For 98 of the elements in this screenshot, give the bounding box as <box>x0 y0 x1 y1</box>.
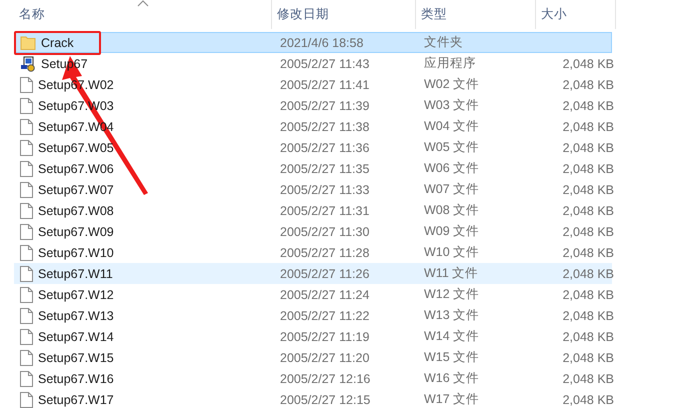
file-size: 2,048 KB <box>562 224 615 238</box>
file-type: W16 文件 <box>423 370 480 387</box>
file-row[interactable]: Setup67.W05 2005/2/27 11:36 W05 文件 2,048 KB <box>14 137 612 158</box>
file-type: W17 文件 <box>423 391 480 408</box>
file-type: W06 文件 <box>423 160 480 177</box>
file-row[interactable]: Setup67.W11 2005/2/27 11:26 W11 文件 2,048 KB <box>14 263 612 284</box>
file-row[interactable]: Setup67.W16 2005/2/27 12:16 W16 文件 2,048 KB <box>14 368 612 389</box>
file-size: 2,048 KB <box>562 162 615 176</box>
file-size: 2,048 KB <box>562 246 615 260</box>
file-row[interactable]: Setup67.W10 2005/2/27 11:28 W10 文件 2,048 KB <box>14 242 612 263</box>
file-row[interactable]: Setup67.W12 2005/2/27 11:24 W12 文件 2,048 KB <box>14 284 612 305</box>
file-name: Setup67.W12 <box>38 288 114 302</box>
file-size: 2,048 KB <box>562 330 615 344</box>
file-type: W11 文件 <box>423 265 480 282</box>
file-row[interactable]: Setup67.W06 2005/2/27 11:35 W06 文件 2,048 KB <box>14 158 612 179</box>
file-name: Setup67.W11 <box>38 266 113 280</box>
file-size: 2,048 KB <box>562 350 615 364</box>
file-name: Crack <box>41 36 74 50</box>
modified-date: 2005/2/27 11:36 <box>279 140 370 154</box>
file-name: Setup67.W08 <box>38 204 114 218</box>
document-icon <box>20 328 33 344</box>
modified-date: 2005/2/27 11:43 <box>279 56 370 70</box>
file-type: W07 文件 <box>423 181 480 198</box>
modified-date: 2005/2/27 11:33 <box>279 182 370 196</box>
modified-date: 2005/2/27 11:26 <box>279 266 370 280</box>
file-size: 2,048 KB <box>562 56 615 70</box>
file-type: W10 文件 <box>423 244 480 261</box>
modified-date: 2005/2/27 11:41 <box>279 78 370 92</box>
file-size: 2,048 KB <box>562 288 615 302</box>
modified-date: 2005/2/27 11:30 <box>279 224 370 238</box>
file-type: 文件夹 <box>423 34 464 51</box>
file-size: 2,048 KB <box>562 266 615 280</box>
file-name: Setup67.W06 <box>38 162 114 176</box>
file-size: 2,048 KB <box>562 98 615 112</box>
file-size: 2,048 KB <box>562 392 615 406</box>
file-name: Setup67.W14 <box>38 330 114 344</box>
file-name: Setup67.W07 <box>38 182 114 196</box>
document-icon <box>20 160 33 176</box>
file-size: 2,048 KB <box>562 182 615 196</box>
document-icon <box>20 224 33 240</box>
modified-date: 2005/2/27 11:19 <box>279 330 370 344</box>
document-icon <box>20 140 33 156</box>
file-name: Setup67.W16 <box>38 372 114 386</box>
file-row[interactable]: Setup67.W08 2005/2/27 11:31 W08 文件 2,048 KB <box>14 200 612 221</box>
file-name: Setup67.W17 <box>38 392 114 406</box>
file-size: 2,048 KB <box>562 308 615 322</box>
modified-date: 2005/2/27 11:38 <box>279 120 370 134</box>
file-type: W15 文件 <box>423 349 480 366</box>
file-name: Setup67.W13 <box>38 308 114 322</box>
file-row[interactable]: Setup67.W13 2005/2/27 11:22 W13 文件 2,048 KB <box>14 305 612 326</box>
file-size: 2,048 KB <box>562 372 615 386</box>
modified-date: 2005/2/27 11:20 <box>279 350 370 364</box>
folder-icon <box>20 35 36 50</box>
modified-date: 2005/2/27 12:16 <box>279 372 372 386</box>
file-row[interactable]: Setup67.W17 2005/2/27 12:15 W17 文件 2,048 KB <box>14 389 612 408</box>
file-row[interactable]: Crack 2021/4/6 18:58 文件夹 <box>14 32 612 53</box>
file-size: 2,048 KB <box>562 140 615 154</box>
file-type: W09 文件 <box>423 223 480 240</box>
modified-date: 2005/2/27 11:22 <box>279 308 370 322</box>
file-name: Setup67.W15 <box>38 350 114 364</box>
file-row[interactable]: Setup67.W14 2005/2/27 11:19 W14 文件 2,048 KB <box>14 326 612 347</box>
file-size: 2,048 KB <box>562 120 615 134</box>
document-icon <box>20 76 33 92</box>
file-name: Setup67.W09 <box>38 224 114 238</box>
modified-date: 2005/2/27 11:31 <box>279 204 370 218</box>
file-row[interactable]: Setup67.W09 2005/2/27 11:30 W09 文件 2,048 KB <box>14 221 612 242</box>
file-type: W14 文件 <box>423 328 480 345</box>
document-icon <box>20 244 33 260</box>
file-type: W03 文件 <box>423 97 480 114</box>
modified-date: 2005/2/27 11:35 <box>279 162 370 176</box>
file-name: Setup67.W05 <box>38 140 114 154</box>
document-icon <box>20 266 33 282</box>
modified-date: 2005/2/27 11:28 <box>279 246 370 260</box>
file-name: Setup67.W10 <box>38 246 114 260</box>
document-icon <box>20 370 33 386</box>
document-icon <box>20 350 33 366</box>
document-icon <box>20 286 33 302</box>
modified-date: 2005/2/27 11:24 <box>279 288 370 302</box>
application-icon <box>20 56 36 72</box>
modified-date: 2021/4/6 18:58 <box>279 36 364 50</box>
document-icon <box>20 308 33 324</box>
document-icon <box>20 202 33 218</box>
file-type: W05 文件 <box>423 139 480 156</box>
file-type: 应用程序 <box>423 55 477 72</box>
document-icon <box>20 98 33 114</box>
file-size: 2,048 KB <box>562 78 615 92</box>
document-icon <box>20 182 33 198</box>
modified-date: 2005/2/27 11:39 <box>279 98 370 112</box>
file-size: 2,048 KB <box>562 204 615 218</box>
file-row[interactable]: Setup67.W15 2005/2/27 11:20 W15 文件 2,048 KB <box>14 347 612 368</box>
file-row[interactable]: Setup67.W07 2005/2/27 11:33 W07 文件 2,048 KB <box>14 179 612 200</box>
modified-date: 2005/2/27 12:15 <box>279 392 372 406</box>
file-type: W02 文件 <box>423 76 480 93</box>
file-type: W12 文件 <box>423 286 480 303</box>
file-type: W08 文件 <box>423 202 480 219</box>
file-type: W13 文件 <box>423 307 480 324</box>
document-icon <box>20 118 33 134</box>
file-type: W04 文件 <box>423 118 480 135</box>
